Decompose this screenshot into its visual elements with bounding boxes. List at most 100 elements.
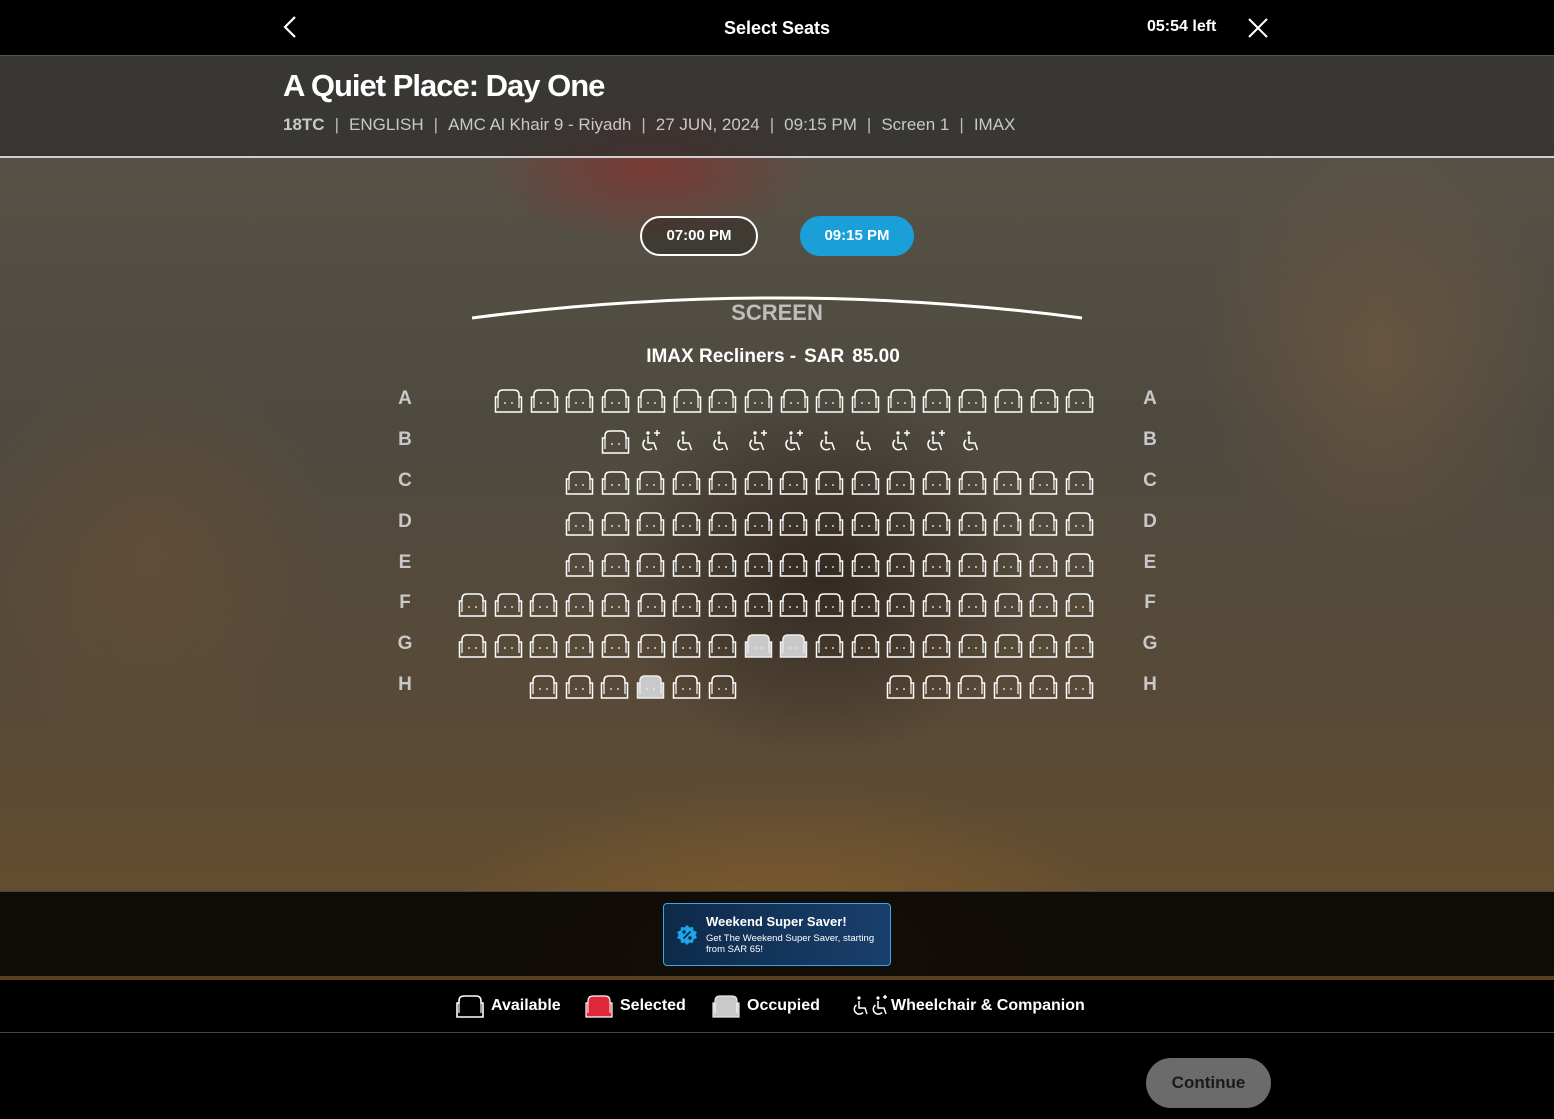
seat-available-h7[interactable] <box>886 673 915 700</box>
close-button[interactable] <box>1246 16 1270 40</box>
seat-available-a6[interactable] <box>673 387 702 414</box>
seat-available-h1[interactable] <box>529 673 558 700</box>
seat-available-d4[interactable] <box>672 510 701 537</box>
seat-available-g17[interactable] <box>1029 632 1058 659</box>
seat-available-a13[interactable] <box>922 387 951 414</box>
seat-available-f1[interactable] <box>458 591 487 618</box>
seat-available-e11[interactable] <box>922 551 951 578</box>
seat-wheelchair-b11[interactable] <box>958 428 987 455</box>
seat-available-e14[interactable] <box>1029 551 1058 578</box>
seat-available-e8[interactable] <box>815 551 844 578</box>
seat-available-h8[interactable] <box>922 673 951 700</box>
seat-available-a17[interactable] <box>1065 387 1094 414</box>
seat-available-b1[interactable] <box>601 428 630 455</box>
seat-wheelchair-b7[interactable] <box>815 428 844 455</box>
seat-available-e15[interactable] <box>1065 551 1094 578</box>
seat-available-a8[interactable] <box>744 387 773 414</box>
seat-available-e5[interactable] <box>708 551 737 578</box>
seat-available-a4[interactable] <box>601 387 630 414</box>
seat-available-f3[interactable] <box>529 591 558 618</box>
seat-available-e7[interactable] <box>779 551 808 578</box>
seat-available-h12[interactable] <box>1065 673 1094 700</box>
seat-available-d14[interactable] <box>1029 510 1058 537</box>
seat-available-g4[interactable] <box>565 632 594 659</box>
seat-available-g3[interactable] <box>529 632 558 659</box>
seat-available-f9[interactable] <box>744 591 773 618</box>
seat-available-c3[interactable] <box>636 469 665 496</box>
seat-available-a3[interactable] <box>565 387 594 414</box>
seat-available-c8[interactable] <box>815 469 844 496</box>
seat-available-h9[interactable] <box>957 673 986 700</box>
seat-companion-b2[interactable] <box>637 428 666 455</box>
seat-available-a16[interactable] <box>1030 387 1059 414</box>
seat-available-h11[interactable] <box>1029 673 1058 700</box>
seat-available-c10[interactable] <box>886 469 915 496</box>
seat-available-e3[interactable] <box>636 551 665 578</box>
seat-available-d5[interactable] <box>708 510 737 537</box>
seat-available-c11[interactable] <box>922 469 951 496</box>
seat-available-h10[interactable] <box>993 673 1022 700</box>
seat-available-f11[interactable] <box>815 591 844 618</box>
seat-available-a11[interactable] <box>851 387 880 414</box>
seat-available-e10[interactable] <box>886 551 915 578</box>
seat-companion-b9[interactable] <box>887 428 916 455</box>
seat-available-f5[interactable] <box>601 591 630 618</box>
seat-available-d11[interactable] <box>922 510 951 537</box>
seat-available-c12[interactable] <box>958 469 987 496</box>
seat-available-f14[interactable] <box>922 591 951 618</box>
seat-available-h3[interactable] <box>600 673 629 700</box>
seat-available-a14[interactable] <box>958 387 987 414</box>
seat-available-d8[interactable] <box>815 510 844 537</box>
promo-card[interactable]: Weekend Super Saver! Get The Weekend Sup… <box>663 903 891 966</box>
seat-available-a2[interactable] <box>530 387 559 414</box>
continue-button[interactable]: Continue <box>1146 1058 1271 1108</box>
seat-available-g8[interactable] <box>708 632 737 659</box>
seat-available-f4[interactable] <box>565 591 594 618</box>
seat-available-a5[interactable] <box>637 387 666 414</box>
seat-companion-b6[interactable] <box>780 428 809 455</box>
seat-available-f10[interactable] <box>779 591 808 618</box>
seat-available-e9[interactable] <box>851 551 880 578</box>
seat-available-d1[interactable] <box>565 510 594 537</box>
seat-available-d10[interactable] <box>886 510 915 537</box>
seat-available-a9[interactable] <box>780 387 809 414</box>
seat-available-g13[interactable] <box>886 632 915 659</box>
seat-available-e4[interactable] <box>672 551 701 578</box>
seat-available-c6[interactable] <box>744 469 773 496</box>
seat-available-g6[interactable] <box>637 632 666 659</box>
seat-available-g7[interactable] <box>672 632 701 659</box>
seat-available-e6[interactable] <box>744 551 773 578</box>
seat-available-e12[interactable] <box>958 551 987 578</box>
seat-available-c9[interactable] <box>851 469 880 496</box>
seat-available-e13[interactable] <box>993 551 1022 578</box>
seat-available-g12[interactable] <box>851 632 880 659</box>
seat-available-f18[interactable] <box>1065 591 1094 618</box>
seat-available-f15[interactable] <box>958 591 987 618</box>
seat-available-a1[interactable] <box>494 387 523 414</box>
seat-available-d2[interactable] <box>601 510 630 537</box>
seat-available-a7[interactable] <box>708 387 737 414</box>
seat-available-f13[interactable] <box>886 591 915 618</box>
seat-available-g5[interactable] <box>601 632 630 659</box>
seat-available-c1[interactable] <box>565 469 594 496</box>
seat-available-g11[interactable] <box>815 632 844 659</box>
seat-available-g1[interactable] <box>458 632 487 659</box>
showtime-0915pm-selected[interactable]: 09:15 PM <box>800 216 914 256</box>
seat-available-g14[interactable] <box>922 632 951 659</box>
seat-available-c13[interactable] <box>993 469 1022 496</box>
seat-available-e2[interactable] <box>601 551 630 578</box>
seat-wheelchair-b4[interactable] <box>708 428 737 455</box>
seat-available-c5[interactable] <box>708 469 737 496</box>
showtime-0700pm[interactable]: 07:00 PM <box>640 216 758 256</box>
seat-available-a15[interactable] <box>994 387 1023 414</box>
seat-available-c15[interactable] <box>1065 469 1094 496</box>
seat-wheelchair-b3[interactable] <box>672 428 701 455</box>
seat-available-a10[interactable] <box>815 387 844 414</box>
seat-available-c7[interactable] <box>779 469 808 496</box>
seat-available-d12[interactable] <box>958 510 987 537</box>
seat-available-f7[interactable] <box>672 591 701 618</box>
seat-available-c14[interactable] <box>1029 469 1058 496</box>
seat-available-d7[interactable] <box>779 510 808 537</box>
seat-available-d3[interactable] <box>636 510 665 537</box>
seat-available-h6[interactable] <box>708 673 737 700</box>
